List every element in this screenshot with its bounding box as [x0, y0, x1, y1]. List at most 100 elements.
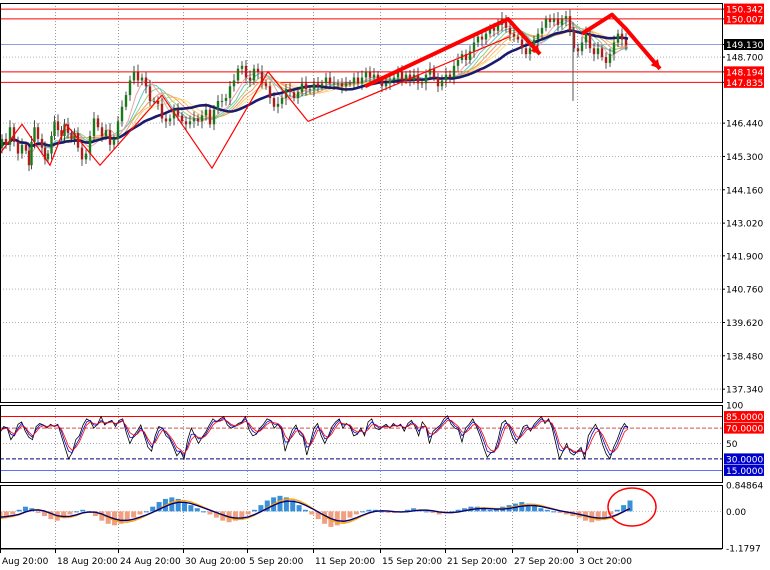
candle-body — [440, 80, 444, 87]
candle-body — [604, 57, 608, 63]
candle-body — [408, 74, 412, 81]
candle-body — [568, 16, 572, 31]
candle-body — [288, 89, 292, 93]
candle-body — [216, 100, 220, 110]
candle-body — [380, 80, 384, 87]
candle-body — [420, 83, 424, 85]
candle-body — [616, 33, 620, 43]
price-label: 150.007 — [726, 15, 763, 25]
candle-body — [184, 121, 188, 125]
candle-body — [508, 27, 512, 34]
candle-body — [368, 71, 372, 78]
x-tick-label: 27 Sep 20:00 — [514, 557, 574, 567]
candle-body — [104, 130, 108, 136]
candle-body — [480, 36, 484, 40]
candle-body — [536, 33, 540, 40]
candle-body — [40, 138, 44, 148]
candle-body — [384, 83, 388, 87]
candle-body — [600, 48, 604, 58]
candle-body — [608, 54, 612, 63]
histogram-bar — [347, 511, 353, 518]
candle-body — [128, 80, 132, 96]
x-tick-label: 11 Sep 20:00 — [315, 557, 375, 567]
y-tick-label: -1.1797 — [726, 545, 761, 555]
candle-body — [0, 138, 4, 148]
candle-body — [200, 115, 204, 122]
histogram-bar — [10, 511, 16, 515]
histogram-bar — [73, 511, 79, 513]
candle-body — [228, 86, 232, 98]
histogram-bar — [366, 509, 372, 512]
price-label: 147.835 — [726, 79, 763, 89]
candle-body — [33, 127, 36, 142]
candle-body — [548, 19, 552, 22]
histogram-bar — [80, 509, 86, 512]
candle-body — [300, 83, 304, 93]
candle-body — [296, 92, 300, 98]
candle-body — [84, 153, 88, 160]
histogram-bar — [67, 511, 73, 515]
candle-body — [256, 68, 260, 72]
candle-body — [224, 98, 228, 101]
candle-body — [336, 83, 340, 85]
candle-body — [204, 109, 208, 116]
candle-body — [588, 33, 592, 49]
candle-body — [20, 144, 24, 154]
candle-body — [436, 77, 440, 87]
candle-body — [352, 77, 356, 84]
x-tick-label: 21 Sep 20:00 — [447, 557, 507, 567]
candle-body — [544, 19, 548, 28]
candle-body — [80, 147, 84, 160]
candle-body — [516, 36, 520, 40]
y-tick-label: 144.160 — [726, 186, 763, 196]
candle-body — [212, 109, 216, 125]
y-tick-label: 145.300 — [726, 153, 763, 163]
candle-body — [196, 118, 200, 122]
candle-body — [524, 48, 528, 55]
candle-body — [348, 83, 352, 85]
candle-body — [556, 19, 560, 25]
histogram-bar — [137, 511, 143, 515]
candle-body — [236, 68, 240, 81]
candle-body — [340, 83, 344, 87]
candle-body — [592, 48, 596, 55]
candle-body — [120, 106, 124, 122]
y-tick-label: 100 — [726, 402, 743, 412]
histogram-bar — [16, 509, 22, 512]
candle-body — [364, 71, 368, 78]
x-tick-label: Aug 20:00 — [2, 557, 49, 567]
candle-body — [46, 153, 50, 160]
candle-body — [596, 48, 600, 55]
candle-body — [188, 121, 192, 125]
candle-body — [140, 77, 144, 81]
candle-body — [232, 80, 236, 87]
y-tick-label: 148.700 — [726, 54, 763, 64]
candle-body — [53, 121, 56, 136]
candle-body — [116, 121, 120, 139]
candle-body — [580, 42, 584, 52]
candle-body — [400, 71, 404, 81]
x-tick-label: 24 Aug 20:00 — [120, 557, 181, 567]
candle-body — [144, 77, 148, 87]
chart: Aug 20:00 18 Aug 20:00 24 Aug 20:00 30 Aug … — [0, 0, 770, 570]
histogram-bar — [614, 509, 620, 512]
candle-body — [560, 19, 564, 25]
candle-body — [424, 74, 428, 84]
candle-body — [584, 33, 588, 43]
candle-body — [620, 33, 624, 40]
candle-body — [164, 118, 168, 122]
y-tick-label: 138.480 — [726, 352, 763, 362]
candle-body — [96, 118, 100, 128]
candle-body — [564, 16, 568, 20]
candle-body — [248, 77, 252, 81]
candle-body — [276, 103, 280, 107]
histogram-bar — [35, 511, 41, 513]
x-tick-label: 3 Oct 20:00 — [579, 557, 632, 567]
candle-body — [472, 42, 476, 52]
candle-body — [476, 36, 480, 43]
histogram-bar — [194, 508, 200, 512]
candle-body — [344, 83, 348, 87]
histogram-bar — [602, 511, 608, 518]
histogram-bar — [143, 511, 149, 513]
x-tick-label: 30 Aug 20:00 — [185, 557, 246, 567]
